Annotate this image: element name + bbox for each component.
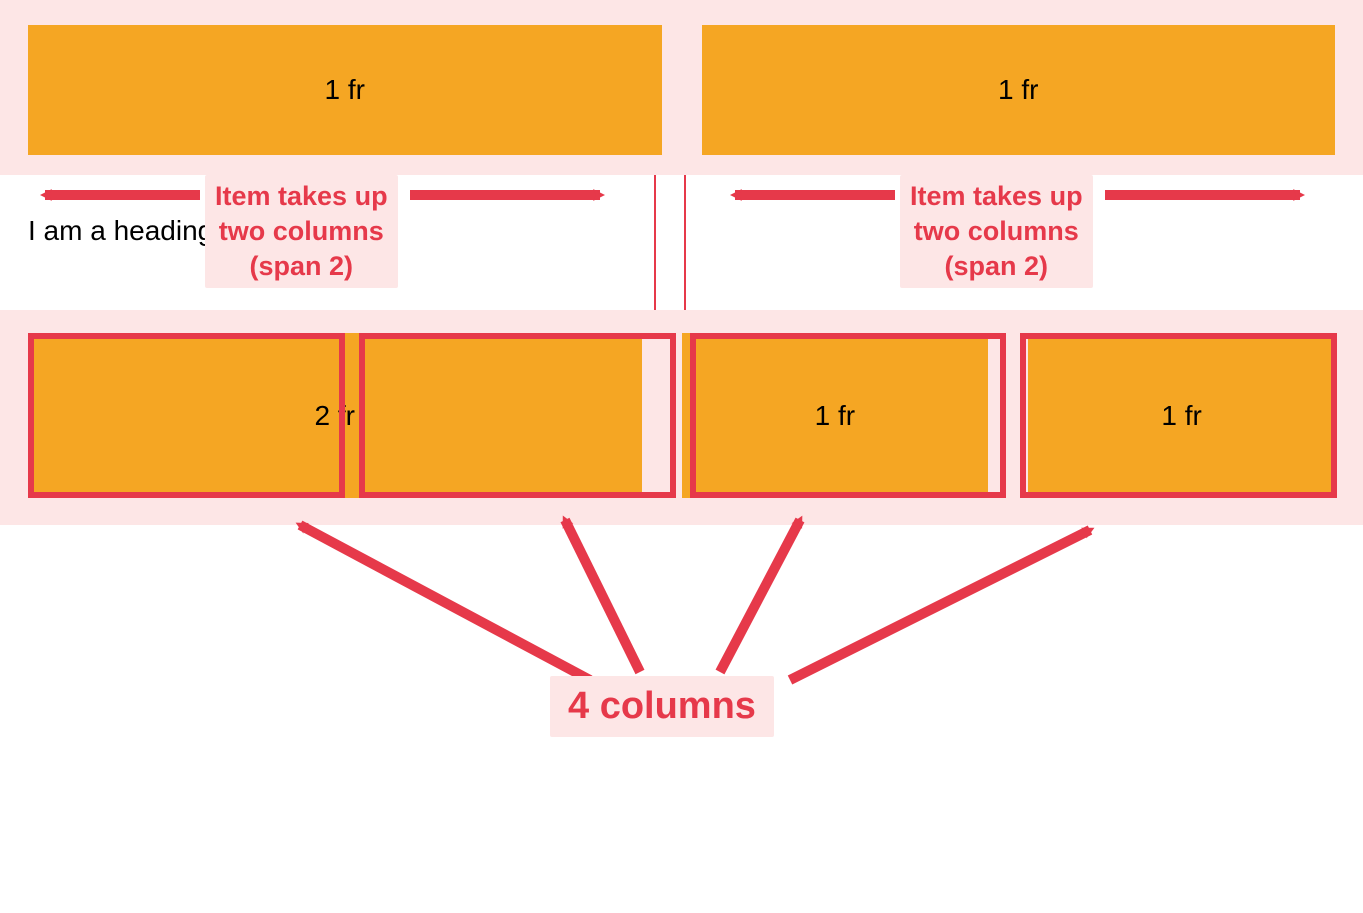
page-heading: I am a heading <box>28 215 213 247</box>
anno-line: 4 columns <box>568 685 756 727</box>
grid-item-label: 1 fr <box>1161 400 1201 432</box>
arrow-col-1 <box>300 525 590 680</box>
bottom-grid-item-1fr-b: 1 fr <box>1028 333 1335 498</box>
anno-line: two columns <box>219 216 384 246</box>
annotation-span-left: Item takes up two columns (span 2) <box>205 175 398 288</box>
top-grid-item-1: 1 fr <box>28 25 662 155</box>
bottom-grid-item-1fr-a: 1 fr <box>682 333 989 498</box>
anno-line: two columns <box>914 216 1079 246</box>
grid-item-label: 1 fr <box>815 400 855 432</box>
annotation-span-right: Item takes up two columns (span 2) <box>900 175 1093 288</box>
arrow-col-4 <box>790 530 1090 680</box>
anno-line: (span 2) <box>945 251 1049 281</box>
arrow-col-2 <box>565 520 640 672</box>
heading-text: I am a heading <box>28 215 213 246</box>
anno-line: Item takes up <box>215 181 388 211</box>
anno-line: (span 2) <box>250 251 354 281</box>
top-grid-item-2: 1 fr <box>702 25 1336 155</box>
anno-line: Item takes up <box>910 181 1083 211</box>
annotation-four-columns: 4 columns <box>550 676 774 737</box>
arrow-col-3 <box>720 520 800 672</box>
grid-item-label: 2 fr <box>315 400 355 432</box>
bottom-grid: 2 fr 1 fr 1 fr <box>28 333 1335 498</box>
grid-item-label: 1 fr <box>325 74 365 106</box>
bottom-grid-item-2fr: 2 fr <box>28 333 642 498</box>
grid-item-label: 1 fr <box>998 74 1038 106</box>
top-grid: 1 fr 1 fr <box>28 25 1335 155</box>
